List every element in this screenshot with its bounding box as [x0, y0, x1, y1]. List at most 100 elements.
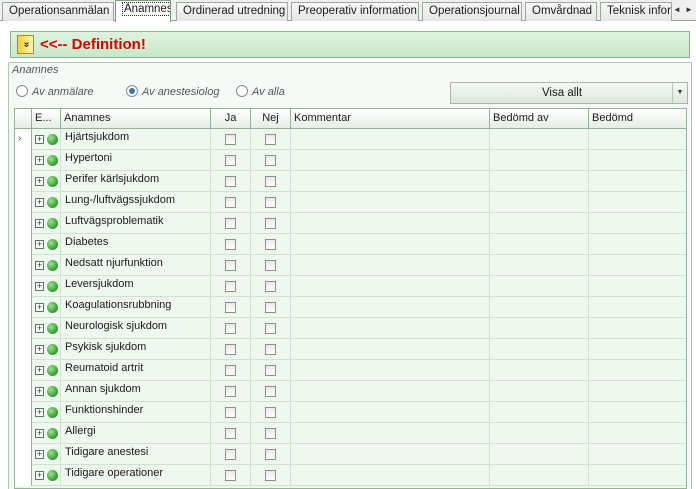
table-row[interactable]: + Leversjukdom [15, 276, 686, 297]
bedomd-av-cell[interactable] [490, 276, 589, 297]
row-selector[interactable] [15, 150, 32, 171]
bedomd-av-cell[interactable] [490, 318, 589, 339]
table-row[interactable]: › + Hjärtsjukdom [15, 129, 686, 150]
bedomd-av-cell[interactable] [490, 192, 589, 213]
table-row[interactable]: + Lung-/luftvägssjukdom [15, 192, 686, 213]
expand-plus-icon[interactable]: + [35, 345, 44, 354]
ja-checkbox[interactable] [225, 344, 236, 355]
ja-checkbox[interactable] [225, 134, 236, 145]
nej-checkbox[interactable] [265, 365, 276, 376]
kommentar-cell[interactable] [291, 423, 490, 444]
kommentar-cell[interactable] [291, 297, 490, 318]
bedomd-cell[interactable] [589, 297, 686, 318]
kommentar-cell[interactable] [291, 255, 490, 276]
expand-plus-icon[interactable]: + [35, 450, 44, 459]
bedomd-cell[interactable] [589, 318, 686, 339]
kommentar-cell[interactable] [291, 465, 490, 486]
header-expand[interactable]: E... [32, 109, 61, 129]
row-selector[interactable]: › [15, 129, 32, 150]
dropdown-arrow-icon[interactable]: ▼ [672, 83, 687, 103]
table-row[interactable]: + Tidigare anestesi [15, 444, 686, 465]
bedomd-av-cell[interactable] [490, 129, 589, 150]
row-selector[interactable] [15, 444, 32, 465]
nej-checkbox[interactable] [265, 407, 276, 418]
tab-omvardnad[interactable]: Omvårdnad [525, 2, 597, 21]
expand-plus-icon[interactable]: + [35, 303, 44, 312]
bedomd-av-cell[interactable] [490, 360, 589, 381]
bedomd-cell[interactable] [589, 150, 686, 171]
kommentar-cell[interactable] [291, 192, 490, 213]
bedomd-av-cell[interactable] [490, 150, 589, 171]
ja-checkbox[interactable] [225, 260, 236, 271]
table-row[interactable]: + Funktionshinder [15, 402, 686, 423]
nej-checkbox[interactable] [265, 449, 276, 460]
expand-plus-icon[interactable]: + [35, 429, 44, 438]
nej-checkbox[interactable] [265, 428, 276, 439]
bedomd-cell[interactable] [589, 402, 686, 423]
bedomd-av-cell[interactable] [490, 465, 589, 486]
expand-plus-icon[interactable]: + [35, 471, 44, 480]
nej-checkbox[interactable] [265, 260, 276, 271]
row-selector[interactable] [15, 234, 32, 255]
bedomd-cell[interactable] [589, 381, 686, 402]
table-row[interactable]: + Koagulationsrubbning [15, 297, 686, 318]
kommentar-cell[interactable] [291, 234, 490, 255]
kommentar-cell[interactable] [291, 213, 490, 234]
ja-checkbox[interactable] [225, 449, 236, 460]
nej-checkbox[interactable] [265, 386, 276, 397]
tab-teknisk-information[interactable]: Teknisk infor [600, 2, 672, 21]
tab-anamnes[interactable]: Anamnes [115, 0, 171, 22]
kommentar-cell[interactable] [291, 171, 490, 192]
ja-checkbox[interactable] [225, 386, 236, 397]
nej-checkbox[interactable] [265, 281, 276, 292]
ja-checkbox[interactable] [225, 302, 236, 313]
nej-checkbox[interactable] [265, 344, 276, 355]
nej-checkbox[interactable] [265, 302, 276, 313]
bedomd-cell[interactable] [589, 234, 686, 255]
expand-plus-icon[interactable]: + [35, 282, 44, 291]
table-row[interactable]: + Neurologisk sjukdom [15, 318, 686, 339]
table-row[interactable]: + Diabetes [15, 234, 686, 255]
table-row[interactable]: + Hypertoni [15, 150, 686, 171]
row-selector[interactable] [15, 171, 32, 192]
row-selector[interactable] [15, 465, 32, 486]
table-row[interactable]: + Psykisk sjukdom [15, 339, 686, 360]
ja-checkbox[interactable] [225, 407, 236, 418]
tab-ordinerad-utredning[interactable]: Ordinerad utredning [176, 2, 288, 21]
expand-plus-icon[interactable]: + [35, 240, 44, 249]
bedomd-cell[interactable] [589, 192, 686, 213]
bedomd-cell[interactable] [589, 213, 686, 234]
header-bedomd-av[interactable]: Bedömd av [490, 109, 589, 129]
tab-scroll-left-icon[interactable]: ◄ [672, 3, 682, 17]
nej-checkbox[interactable] [265, 218, 276, 229]
nej-checkbox[interactable] [265, 134, 276, 145]
expand-plus-icon[interactable]: + [35, 387, 44, 396]
row-selector[interactable] [15, 213, 32, 234]
nej-checkbox[interactable] [265, 239, 276, 250]
kommentar-cell[interactable] [291, 402, 490, 423]
bedomd-cell[interactable] [589, 444, 686, 465]
row-selector[interactable] [15, 423, 32, 444]
bedomd-av-cell[interactable] [490, 444, 589, 465]
ja-checkbox[interactable] [225, 323, 236, 334]
bedomd-cell[interactable] [589, 255, 686, 276]
header-ja[interactable]: Ja [211, 109, 251, 129]
row-selector[interactable] [15, 339, 32, 360]
header-bedomd[interactable]: Bedömd [589, 109, 686, 129]
visa-allt-button[interactable]: Visa allt ▼ [450, 82, 688, 104]
bedomd-av-cell[interactable] [490, 402, 589, 423]
nej-checkbox[interactable] [265, 197, 276, 208]
table-row[interactable]: + Allergi [15, 423, 686, 444]
ja-checkbox[interactable] [225, 239, 236, 250]
expand-plus-icon[interactable]: + [35, 135, 44, 144]
table-row[interactable]: + Luftvägsproblematik [15, 213, 686, 234]
row-selector[interactable] [15, 318, 32, 339]
expand-plus-icon[interactable]: + [35, 324, 44, 333]
bedomd-cell[interactable] [589, 276, 686, 297]
kommentar-cell[interactable] [291, 339, 490, 360]
nej-checkbox[interactable] [265, 155, 276, 166]
nej-checkbox[interactable] [265, 176, 276, 187]
row-selector[interactable] [15, 402, 32, 423]
ja-checkbox[interactable] [225, 155, 236, 166]
kommentar-cell[interactable] [291, 444, 490, 465]
